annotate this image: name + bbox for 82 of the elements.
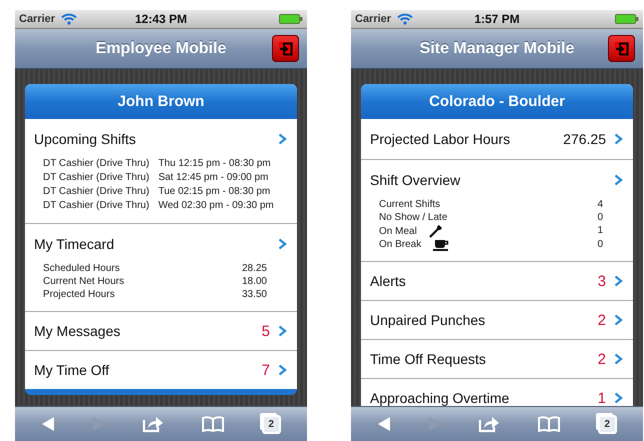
section-title: Upcoming Shifts bbox=[34, 131, 137, 147]
list-item[interactable]: My Messages 5 bbox=[25, 311, 297, 350]
app-title: Site Manager Mobile bbox=[420, 40, 574, 58]
section-title: Approaching Overtime bbox=[370, 390, 510, 406]
count-label: 2 bbox=[598, 312, 606, 328]
list-item[interactable]: My Timecard Scheduled Hours 28.25 Current Net Hours 18.00 Projected Hours 33.50 bbox=[25, 223, 297, 311]
book-icon[interactable] bbox=[201, 416, 226, 432]
row-label: Current Shifts bbox=[379, 198, 440, 211]
chevron-icon bbox=[614, 353, 623, 365]
chevron-icon bbox=[278, 133, 287, 145]
exit-icon bbox=[614, 42, 628, 56]
row-value: 1 bbox=[597, 224, 603, 238]
row-label: DT Cashier (Drive Thru) bbox=[43, 171, 150, 185]
section-title: Unpaired Punches bbox=[370, 312, 486, 328]
back-icon[interactable] bbox=[41, 416, 56, 432]
coffee-cup-icon bbox=[433, 238, 450, 250]
list-item[interactable]: My Time Off 7 bbox=[25, 350, 297, 389]
exit-icon bbox=[278, 42, 292, 56]
section-title: My Messages bbox=[34, 323, 122, 339]
carrier-label: Carrier bbox=[19, 13, 56, 25]
row-label: Scheduled Hours bbox=[43, 262, 120, 275]
row-label: No Show / Late bbox=[379, 211, 448, 224]
row-value: Thu 12:15 pm - 08:30 pm bbox=[158, 157, 272, 171]
chevron-icon bbox=[614, 275, 623, 287]
chevron-icon bbox=[614, 392, 623, 404]
back-icon[interactable] bbox=[377, 416, 392, 432]
section-title: Time Off Requests bbox=[370, 351, 487, 367]
list-item[interactable]: Unpaired Punches 2 bbox=[361, 300, 633, 339]
wifi-icon bbox=[397, 13, 414, 25]
list-item[interactable]: Projected Labor Hours 276.25 bbox=[361, 119, 633, 159]
chevron-icon bbox=[614, 133, 623, 145]
wifi-icon bbox=[61, 13, 78, 25]
battery-icon bbox=[615, 14, 639, 24]
tabs-button[interactable]: 2 bbox=[598, 414, 617, 434]
row-value: 28.25 bbox=[242, 262, 267, 275]
row-label: On Break bbox=[379, 238, 422, 251]
section-title: Alerts bbox=[370, 273, 407, 289]
row-label: DT Cashier (Drive Thru) bbox=[43, 157, 150, 171]
row-value: Sat 12:45 pm - 09:00 pm bbox=[158, 171, 270, 185]
status-time: 1:57 PM bbox=[474, 12, 520, 26]
row-value: Wed 02:30 pm - 09:30 pm bbox=[158, 199, 275, 213]
count-label: 5 bbox=[262, 322, 270, 340]
battery-icon bbox=[279, 14, 303, 24]
row-value: 0 bbox=[597, 238, 603, 251]
list-item[interactable]: Shift Overview Current Shifts 4 No Show / Late 0 On Meal 1 On Break 0 bbox=[361, 159, 633, 261]
book-icon[interactable] bbox=[537, 416, 562, 432]
card-header: John Brown bbox=[25, 84, 297, 119]
share-icon[interactable] bbox=[478, 415, 500, 433]
row-label: On Meal bbox=[379, 224, 417, 238]
section-title: Projected Labor Hours bbox=[370, 131, 512, 147]
chevron-icon bbox=[278, 325, 287, 337]
app-title: Employee Mobile bbox=[96, 40, 226, 58]
section-title: My Time Off bbox=[34, 362, 110, 378]
section-title: Shift Overview bbox=[370, 172, 462, 188]
tabs-button[interactable]: 2 bbox=[262, 414, 281, 434]
list-item[interactable]: Alerts 3 bbox=[361, 261, 633, 300]
row-value: 4 bbox=[597, 198, 603, 211]
row-value: 33.50 bbox=[242, 288, 267, 301]
count-label: 2 bbox=[598, 350, 606, 368]
row-label: Current Net Hours bbox=[43, 275, 124, 288]
count-label: 3 bbox=[598, 272, 606, 290]
list-item[interactable]: Time Off Requests 2 bbox=[361, 339, 633, 378]
chevron-icon bbox=[614, 314, 623, 326]
chevron-icon bbox=[278, 238, 287, 250]
card-header: Colorado - Boulder bbox=[361, 84, 633, 119]
row-label: DT Cashier (Drive Thru) bbox=[43, 199, 150, 213]
chevron-icon bbox=[278, 364, 287, 376]
row-value: 0 bbox=[597, 211, 603, 224]
logout-button[interactable] bbox=[272, 35, 299, 62]
logout-button[interactable] bbox=[608, 35, 635, 62]
count-label: 1 bbox=[598, 390, 606, 406]
share-icon[interactable] bbox=[142, 415, 164, 433]
count-label: 7 bbox=[262, 362, 270, 378]
row-value: 18.00 bbox=[242, 275, 267, 288]
section-title: My Timecard bbox=[34, 236, 116, 252]
row-label: DT Cashier (Drive Thru) bbox=[43, 185, 150, 199]
row-value: Tue 02:15 pm - 08:30 pm bbox=[158, 185, 272, 199]
section-value: 276.25 bbox=[563, 131, 606, 147]
carrier-label: Carrier bbox=[355, 13, 392, 25]
status-time: 12:43 PM bbox=[134, 12, 188, 26]
chevron-icon bbox=[614, 174, 623, 186]
row-label: Projected Hours bbox=[43, 288, 115, 301]
